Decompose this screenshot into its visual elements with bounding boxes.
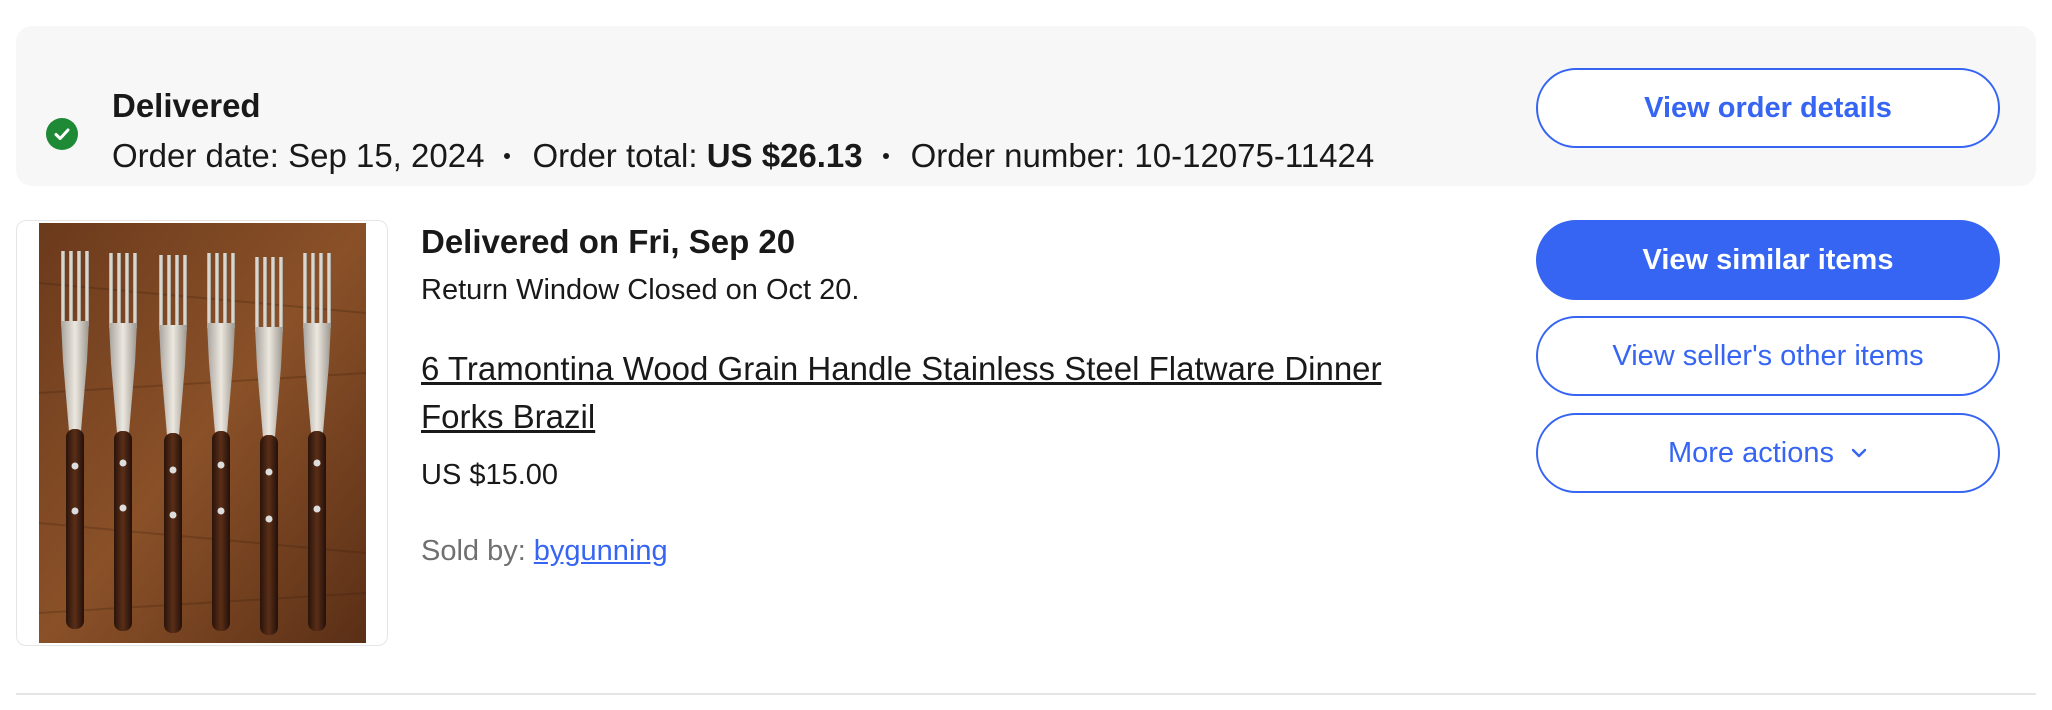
divider <box>16 693 2036 695</box>
order-total: US $26.13 <box>706 137 863 174</box>
delivery-date: Delivered on Fri, Sep 20 <box>421 223 796 260</box>
sold-by: Sold by: bygunning <box>421 531 668 571</box>
item-title-link[interactable]: 6 Tramontina Wood Grain Handle Stainless… <box>421 345 1431 441</box>
order-header: Delivered Order date: Sep 15, 2024 Order … <box>16 26 2036 186</box>
sold-by-label: Sold by: <box>421 535 526 567</box>
order-number: 10-12075-11424 <box>1134 137 1375 174</box>
chevron-down-icon <box>1850 447 1868 459</box>
more-actions-label: More actions <box>1667 436 1834 469</box>
item-image <box>39 223 366 643</box>
separator-dot <box>882 153 889 160</box>
view-seller-items-button[interactable]: View seller's other items <box>1536 316 2000 396</box>
check-circle-icon <box>46 118 78 150</box>
order-number-label: Order number: <box>910 137 1126 174</box>
order-meta: Order date: Sep 15, 2024 Order total: US … <box>112 132 1374 180</box>
seller-link[interactable]: bygunning <box>534 535 668 567</box>
order-card: Delivered Order date: Sep 15, 2024 Order … <box>16 0 2036 710</box>
order-total-label: Order total: <box>532 137 698 174</box>
item-price: US $15.00 <box>421 459 559 491</box>
more-actions-button[interactable]: More actions <box>1536 413 2000 493</box>
order-date-label: Order date: <box>112 137 279 174</box>
order-date: Sep 15, 2024 <box>288 137 485 174</box>
view-order-details-button[interactable]: View order details <box>1536 68 2000 148</box>
view-similar-items-button[interactable]: View similar items <box>1536 220 2000 300</box>
separator-dot <box>504 153 511 160</box>
return-window-status: Return Window Closed on Oct 20. <box>421 274 860 306</box>
item-thumbnail-frame[interactable] <box>16 220 388 646</box>
order-status: Delivered <box>112 87 261 124</box>
